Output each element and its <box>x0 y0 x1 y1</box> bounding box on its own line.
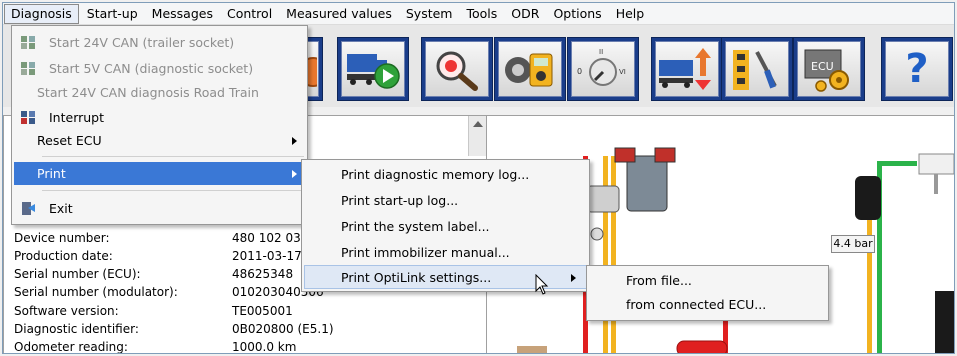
menu-item-interrupt[interactable]: Interrupt <box>14 106 305 129</box>
mouse-cursor-icon <box>535 274 549 295</box>
menu-measured-values[interactable]: Measured values <box>279 3 399 25</box>
info-label: Serial number (modulator): <box>14 285 178 299</box>
info-label: Production date: <box>14 249 113 263</box>
menu-messages[interactable]: Messages <box>145 3 220 25</box>
svg-text:VI: VI <box>619 68 626 76</box>
menu-item-label: from connected ECU... <box>626 297 767 312</box>
menu-item-from-file[interactable]: From file... <box>589 269 826 293</box>
network-icon <box>21 62 35 75</box>
menu-item-reset-ecu[interactable]: Reset ECU <box>14 129 305 152</box>
menu-control[interactable]: Control <box>220 3 279 25</box>
toolbar-button-multimeter[interactable] <box>494 37 566 101</box>
app-window: Diagnosis Start-up Messages Control Meas… <box>2 2 955 354</box>
info-label: Device number: <box>14 231 110 245</box>
truck-updown-icon <box>659 48 711 90</box>
menu-odr[interactable]: ODR <box>504 3 546 25</box>
menu-item-start-24v-road-train[interactable]: Start 24V CAN diagnosis Road Train <box>14 81 305 104</box>
menu-item-label: Print diagnostic memory log... <box>341 167 530 182</box>
info-label: Serial number (ECU): <box>14 267 141 281</box>
info-value: TE005001 <box>232 304 293 318</box>
scrollbar[interactable] <box>468 116 486 156</box>
menu-item-label: Reset ECU <box>37 133 102 148</box>
magnifier-icon <box>436 51 478 91</box>
menu-tools[interactable]: Tools <box>460 3 505 25</box>
menu-item-exit[interactable]: Exit <box>14 197 305 220</box>
menu-item-label: Print immobilizer manual... <box>341 245 510 260</box>
svg-text:ECU: ECU <box>811 60 834 73</box>
menu-item-print[interactable]: Print <box>14 162 305 185</box>
menu-item-label: Start 24V CAN diagnosis Road Train <box>37 85 259 100</box>
help-icon: ? <box>905 46 929 92</box>
menu-help[interactable]: Help <box>609 3 652 25</box>
toolbar-button-truck-updown[interactable] <box>651 37 723 101</box>
diagnosis-menu: Start 24V CAN (trailer socket) Start 5V … <box>11 25 308 225</box>
toolbar-button-gauge[interactable]: 0 II VI <box>567 37 639 101</box>
truck-play-icon <box>347 54 400 89</box>
menu-item-label: From file... <box>626 273 692 288</box>
menu-item-label: Print the system label... <box>341 219 490 234</box>
submenu-arrow-icon <box>571 274 576 282</box>
menu-separator <box>42 190 304 191</box>
ecu-gear-icon: ECU <box>804 49 849 92</box>
menu-item-label: Print <box>37 166 66 181</box>
menu-system[interactable]: System <box>399 3 460 25</box>
info-value: 48625348 <box>232 267 294 281</box>
info-value: 0B020800 (E5.1) <box>232 322 334 336</box>
menu-item-label: Print OptiLink settings... <box>341 270 492 285</box>
menu-item-print-start-up-log[interactable]: Print start-up log... <box>304 189 587 213</box>
multimeter-icon <box>505 53 553 87</box>
menu-item-start-24v-can[interactable]: Start 24V CAN (trailer socket) <box>14 31 305 54</box>
scroll-up-icon[interactable] <box>472 121 483 127</box>
info-label: Software version: <box>14 304 119 318</box>
toolbar-button-ecu[interactable]: ECU <box>793 37 865 101</box>
toolbar-button-help[interactable]: ? <box>881 37 953 101</box>
info-value: 2011-03-17 <box>232 249 302 263</box>
menu-separator <box>42 156 304 157</box>
menu-bar: Diagnosis Start-up Messages Control Meas… <box>3 3 954 25</box>
menu-item-label: Print start-up log... <box>341 193 459 208</box>
menu-item-print-system-label[interactable]: Print the system label... <box>304 215 587 239</box>
toolbar-button-truck-play[interactable] <box>337 37 409 101</box>
menu-item-label: Exit <box>49 201 73 216</box>
menu-item-print-diagnostic-memory-log[interactable]: Print diagnostic memory log... <box>304 163 587 187</box>
info-label: Odometer reading: <box>14 340 128 354</box>
info-label: Diagnostic identifier: <box>14 322 139 336</box>
toolbar-button-magnifier[interactable] <box>421 37 493 101</box>
menu-item-start-5v-can[interactable]: Start 5V CAN (diagnostic socket) <box>14 57 305 80</box>
svg-text:II: II <box>599 48 603 56</box>
menu-item-from-connected-ecu[interactable]: from connected ECU... <box>589 293 826 317</box>
info-value: 480 102 031 <box>232 231 309 245</box>
print-submenu: Print diagnostic memory log... Print sta… <box>301 159 590 292</box>
submenu-arrow-icon <box>292 137 297 145</box>
menu-item-label: Interrupt <box>49 110 105 125</box>
menu-item-label: Start 5V CAN (diagnostic socket) <box>49 61 254 76</box>
interrupt-icon <box>21 111 35 124</box>
menu-start-up[interactable]: Start-up <box>80 3 145 25</box>
pressure-readout: 4.4 bar <box>831 235 875 253</box>
network-icon <box>21 36 35 49</box>
menu-diagnosis[interactable]: Diagnosis <box>4 3 79 24</box>
info-value: 1000.0 km <box>232 340 297 354</box>
exit-icon <box>22 202 35 215</box>
axle-tools-icon <box>733 50 777 90</box>
menu-item-label: Start 24V CAN (trailer socket) <box>49 35 235 50</box>
optilink-submenu: From file... from connected ECU... <box>586 265 829 321</box>
gauge-dial-icon: 0 II VI <box>577 48 626 86</box>
menu-options[interactable]: Options <box>546 3 608 25</box>
toolbar-button-axle-tools[interactable] <box>721 37 793 101</box>
submenu-arrow-icon <box>292 170 297 178</box>
svg-text:0: 0 <box>577 67 582 76</box>
menu-item-print-immobilizer-manual[interactable]: Print immobilizer manual... <box>304 241 587 265</box>
